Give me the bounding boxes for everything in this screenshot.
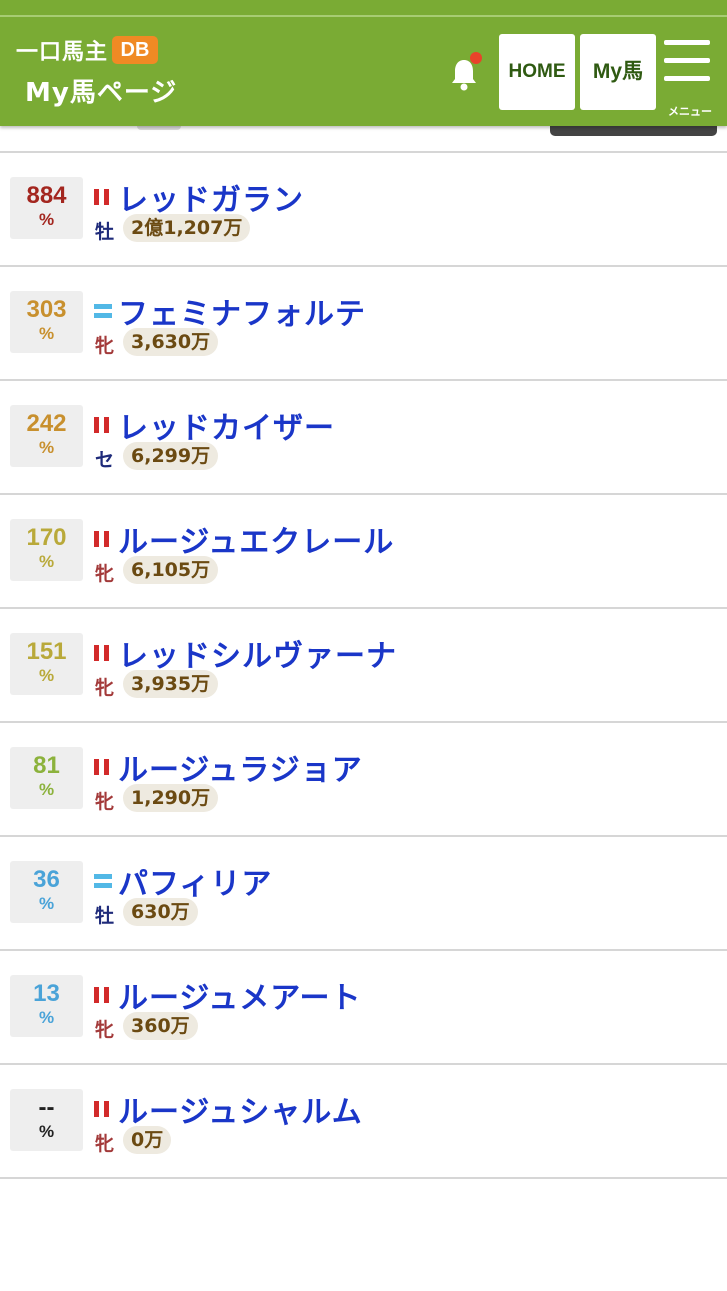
recovery-rate-value: 81 [33,752,60,779]
horse-sex: 牡 [95,221,115,243]
horse-name-link[interactable]: ルージュラジョア [118,745,363,789]
recovery-rate-box: 242% [10,405,83,467]
prize-money: 1,290万 [123,784,219,812]
logo-badge[interactable]: DB [112,36,158,64]
recovery-rate-unit: % [38,324,55,343]
recovery-rate-box: 13% [10,975,83,1037]
home-button[interactable]: HOME [499,34,575,110]
horse-sex: 牝 [95,1133,115,1155]
horse-name-link[interactable]: レッドガラン [118,175,304,219]
recovery-rate-unit: % [38,210,55,229]
recovery-rate-value: 303 [26,296,67,323]
horse-name-link[interactable]: ルージュエクレール [118,517,394,561]
prize-money: 3,630万 [123,328,219,356]
horse-row[interactable]: 13% ルージュメアート牝 360万 [0,949,727,1063]
my-horse-button[interactable]: My馬 [580,34,656,110]
prize-money: 2億1,207万 [123,214,251,242]
silk-red-icon [94,531,112,547]
silk-red-icon [94,645,112,661]
horse-row[interactable]: 884% レッドガラン牡 2億1,207万 [0,151,727,265]
horse-row[interactable]: 151% レッドシルヴァーナ牝 3,935万 [0,607,727,721]
recovery-rate-value: 884 [26,182,67,209]
page-title: My馬ページ [25,78,178,108]
horse-name-link[interactable]: ルージュシャルム [118,1087,363,1131]
header-divider [0,15,727,17]
horse-name-link[interactable]: レッドシルヴァーナ [118,631,397,675]
horse-row[interactable]: 170% ルージュエクレール牝 6,105万 [0,493,727,607]
silk-red-icon [94,417,112,433]
horse-name-link[interactable]: パフィリア [118,859,272,903]
app-header: 一口馬主 DB My馬ページ HOME My馬 メニュー [0,0,727,126]
prize-money: 6,299万 [123,442,219,470]
silk-blue-icon [94,873,112,889]
menu-label[interactable]: メニュー [668,103,712,119]
recovery-rate-box: 303% [10,291,83,353]
hamburger-menu-icon[interactable] [664,40,712,88]
horse-sex: 牝 [95,791,115,813]
prize-money: 0万 [123,1126,172,1154]
recovery-rate-value: 170 [26,524,67,551]
recovery-rate-value: 36 [33,866,60,893]
prize-money: 3,935万 [123,670,219,698]
horse-sex: 牝 [95,335,115,357]
horse-row[interactable]: 303% フェミナフォルテ牝 3,630万 [0,265,727,379]
header-tab-shadow [550,126,717,136]
silk-red-icon [94,987,112,1003]
recovery-rate-box: 170% [10,519,83,581]
recovery-rate-value: -- [38,1094,55,1121]
horse-row[interactable]: 36% パフィリア牡 630万 [0,835,727,949]
recovery-rate-unit: % [38,552,55,571]
prize-money: 360万 [123,1012,198,1040]
horse-row[interactable]: 242% レッドカイザーセ 6,299万 [0,379,727,493]
logo-text[interactable]: 一口馬主 [16,34,108,66]
silk-blue-icon [94,303,112,319]
recovery-rate-unit: % [38,1008,55,1027]
horse-sex: セ [95,449,115,471]
recovery-rate-box: 81% [10,747,83,809]
horse-sex: 牡 [95,905,115,927]
prize-money: 6,105万 [123,556,219,584]
horse-list: 884% レッドガラン牡 2億1,207万 303% フェミナフォルテ牝 3,630万 24… [0,151,727,1291]
horse-name-link[interactable]: レッドカイザー [118,403,335,447]
horse-sex: 牝 [95,1019,115,1041]
recovery-rate-value: 13 [33,980,60,1007]
recovery-rate-unit: % [38,780,55,799]
recovery-rate-value: 151 [26,638,67,665]
horse-name-link[interactable]: フェミナフォルテ [118,289,366,333]
silk-red-icon [94,1101,112,1117]
horse-name-link[interactable]: ルージュメアート [118,973,362,1017]
horse-sex: 牝 [95,677,115,699]
notification-badge [470,52,482,64]
recovery-rate-unit: % [38,666,55,685]
horse-row[interactable]: 81% ルージュラジョア牝 1,290万 [0,721,727,835]
recovery-rate-unit: % [38,438,55,457]
silk-red-icon [94,189,112,205]
recovery-rate-box: 36% [10,861,83,923]
recovery-rate-unit: % [38,894,55,913]
prize-money: 630万 [123,898,198,926]
recovery-rate-box: 151% [10,633,83,695]
recovery-rate-unit: % [38,1122,55,1141]
horse-row-partial [0,1177,727,1291]
recovery-rate-value: 242 [26,410,67,437]
header-tab-shadow-left [137,126,181,130]
recovery-rate-box: --% [10,1089,83,1151]
recovery-rate-box: 884% [10,177,83,239]
horse-sex: 牝 [95,563,115,585]
horse-row[interactable]: --% ルージュシャルム牝 0万 [0,1063,727,1177]
silk-red-icon [94,759,112,775]
